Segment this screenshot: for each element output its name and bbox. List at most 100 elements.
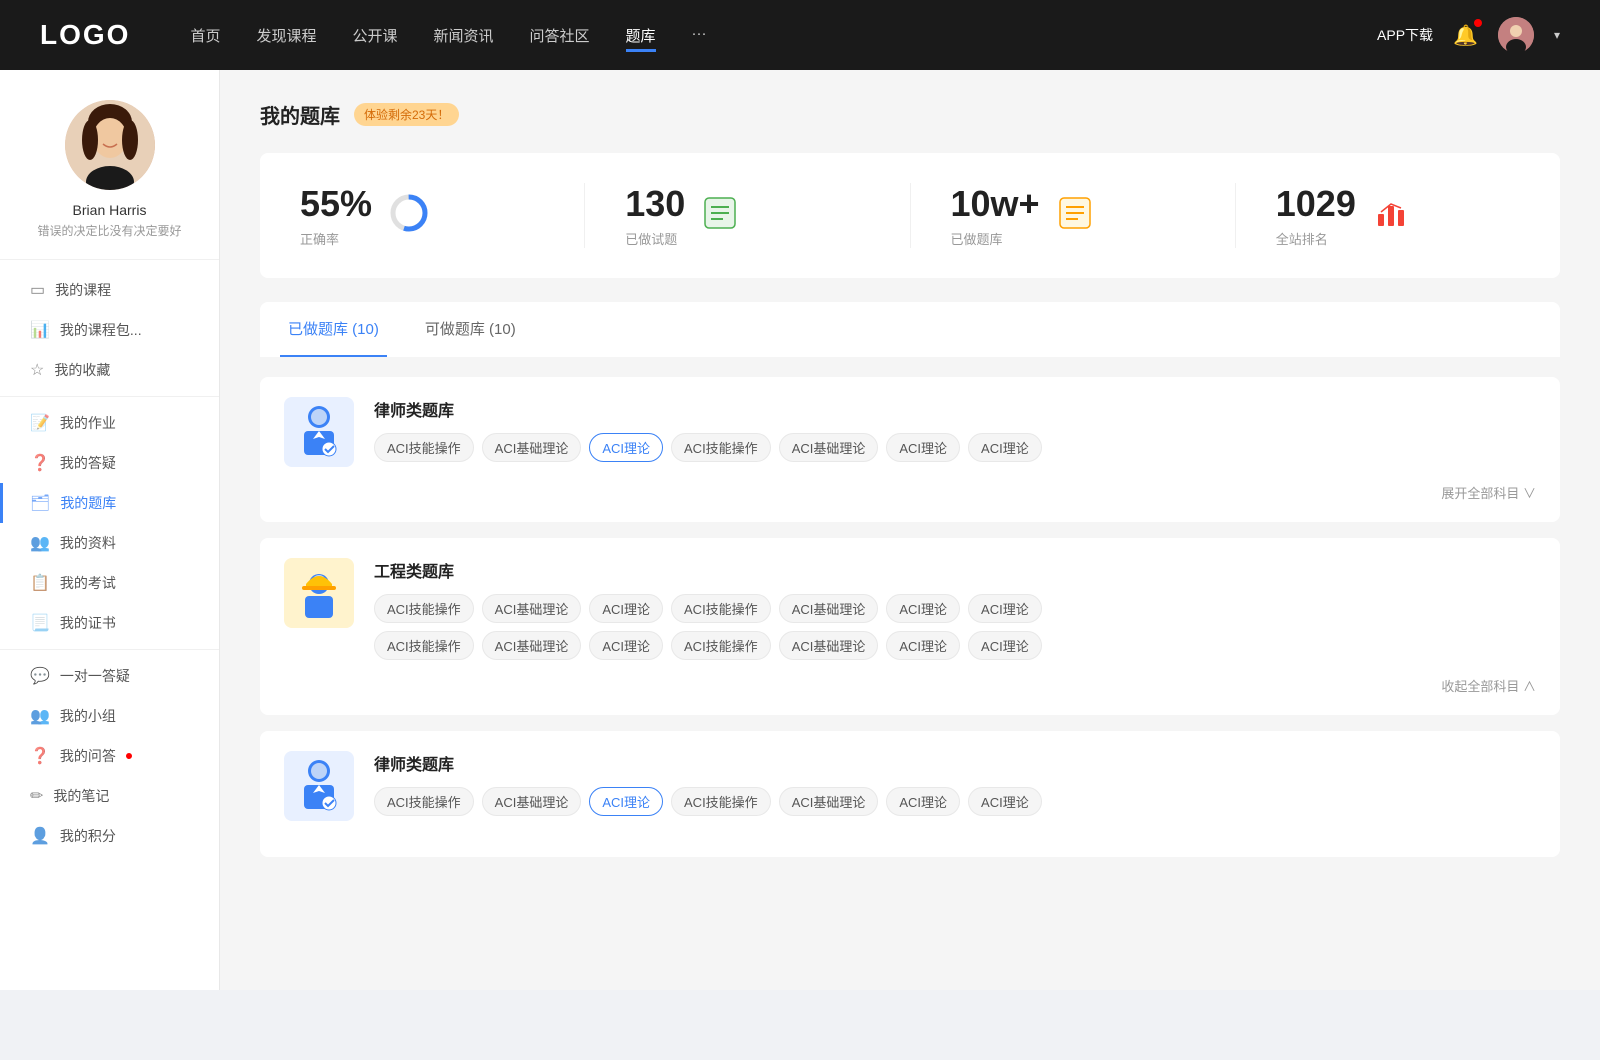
stat-rank-value: 1029 bbox=[1276, 183, 1356, 225]
avatar-dropdown-arrow[interactable]: ▾ bbox=[1554, 28, 1560, 42]
sidebar-item-points[interactable]: 👤 我的积分 bbox=[0, 816, 219, 856]
sidebar-item-qbank[interactable]: 🗂 我的题库 bbox=[0, 483, 219, 523]
eng-tag-7[interactable]: ACI理论 bbox=[968, 594, 1042, 623]
qbank-tags-lawyer-2: ACI技能操作 ACI基础理论 ACI理论 ACI技能操作 ACI基础理论 AC… bbox=[374, 787, 1536, 816]
myqa-icon: ❓ bbox=[30, 746, 50, 766]
eng-tag-9[interactable]: ACI基础理论 bbox=[482, 631, 582, 660]
sidebar-label-qbank: 我的题库 bbox=[60, 493, 116, 513]
sidebar-divider-1 bbox=[0, 396, 219, 397]
sidebar: Brian Harris 错误的决定比没有决定要好 ▭ 我的课程 📊 我的课程包… bbox=[0, 70, 220, 990]
homework-icon: 📝 bbox=[30, 413, 50, 433]
qbank-tags-engineer-row2: ACI技能操作 ACI基础理论 ACI理论 ACI技能操作 ACI基础理论 AC… bbox=[374, 631, 1536, 660]
sidebar-label-myqa: 我的问答 bbox=[60, 746, 116, 766]
stat-done-questions-label: 已做试题 bbox=[625, 229, 685, 248]
mycourses-icon: ▭ bbox=[30, 280, 45, 300]
qbank-title-lawyer-1: 律师类题库 bbox=[374, 397, 1536, 421]
avatar[interactable] bbox=[1498, 17, 1534, 53]
stat-done-questions: 130 已做试题 bbox=[585, 183, 910, 248]
eng-tag-13[interactable]: ACI理论 bbox=[886, 631, 960, 660]
stat-rank-label: 全站排名 bbox=[1276, 229, 1356, 248]
tag-3-active[interactable]: ACI理论 bbox=[589, 433, 663, 462]
stat-accuracy-label: 正确率 bbox=[300, 229, 372, 248]
certificate-icon: 📃 bbox=[30, 613, 50, 633]
sidebar-item-homework[interactable]: 📝 我的作业 bbox=[0, 403, 219, 443]
accuracy-pie-icon bbox=[388, 192, 430, 239]
notes-icon: ✏ bbox=[30, 786, 43, 806]
eng-tag-8[interactable]: ACI技能操作 bbox=[374, 631, 474, 660]
tag-6[interactable]: ACI理论 bbox=[886, 433, 960, 462]
eng-tag-5[interactable]: ACI基础理论 bbox=[779, 594, 879, 623]
qbank-icon-lawyer-1 bbox=[284, 397, 354, 467]
tag-5[interactable]: ACI基础理论 bbox=[779, 433, 879, 462]
eng-tag-11[interactable]: ACI技能操作 bbox=[671, 631, 771, 660]
eng-tag-6[interactable]: ACI理论 bbox=[886, 594, 960, 623]
law2-tag-3-active[interactable]: ACI理论 bbox=[589, 787, 663, 816]
sidebar-label-favorites: 我的收藏 bbox=[54, 360, 110, 380]
law2-tag-5[interactable]: ACI基础理论 bbox=[779, 787, 879, 816]
sidebar-item-coursepkg[interactable]: 📊 我的课程包... bbox=[0, 310, 219, 350]
sidebar-label-notes: 我的笔记 bbox=[53, 786, 109, 806]
nav-item-open[interactable]: 公开课 bbox=[352, 25, 397, 46]
tabs-row: 已做题库 (10) 可做题库 (10) bbox=[260, 302, 1560, 357]
qbank-collapse-engineer[interactable]: 收起全部科目 ∧ bbox=[284, 676, 1536, 695]
sidebar-item-materials[interactable]: 👥 我的资料 bbox=[0, 523, 219, 563]
sidebar-item-exam[interactable]: 📋 我的考试 bbox=[0, 563, 219, 603]
qbank-expand-lawyer-1[interactable]: 展开全部科目 ∨ bbox=[284, 483, 1536, 502]
sidebar-label-coursepkg: 我的课程包... bbox=[60, 320, 142, 340]
sidebar-item-notes[interactable]: ✏ 我的笔记 bbox=[0, 776, 219, 816]
eng-tag-2[interactable]: ACI基础理论 bbox=[482, 594, 582, 623]
nav-item-qa[interactable]: 问答社区 bbox=[530, 25, 590, 46]
trial-badge: 体验剩余23天！ bbox=[354, 103, 459, 126]
law2-tag-6[interactable]: ACI理论 bbox=[886, 787, 960, 816]
tag-7[interactable]: ACI理论 bbox=[968, 433, 1042, 462]
eng-tag-12[interactable]: ACI基础理论 bbox=[779, 631, 879, 660]
tag-4[interactable]: ACI技能操作 bbox=[671, 433, 771, 462]
coursepkg-icon: 📊 bbox=[30, 320, 50, 340]
sidebar-label-certificate: 我的证书 bbox=[60, 613, 116, 633]
done-questions-icon bbox=[701, 194, 739, 237]
stats-row: 55% 正确率 130 已做试题 bbox=[260, 153, 1560, 278]
nav-item-news[interactable]: 新闻资讯 bbox=[434, 25, 494, 46]
sidebar-item-qa-mine[interactable]: ❓ 我的答疑 bbox=[0, 443, 219, 483]
app-download-button[interactable]: APP下载 bbox=[1377, 25, 1433, 45]
tab-available-banks[interactable]: 可做题库 (10) bbox=[417, 302, 524, 357]
notification-bell[interactable]: 🔔 bbox=[1453, 23, 1478, 48]
nav-item-qbank[interactable]: 题库 bbox=[626, 25, 656, 46]
law2-tag-4[interactable]: ACI技能操作 bbox=[671, 787, 771, 816]
sidebar-item-mycourses[interactable]: ▭ 我的课程 bbox=[0, 270, 219, 310]
qa-notification-dot bbox=[126, 753, 132, 759]
sidebar-menu-list: ▭ 我的课程 📊 我的课程包... ☆ 我的收藏 📝 我的作业 ❓ 我的答疑 🗂 bbox=[0, 260, 219, 866]
sidebar-item-group[interactable]: 👥 我的小组 bbox=[0, 696, 219, 736]
eng-tag-4[interactable]: ACI技能操作 bbox=[671, 594, 771, 623]
page-title: 我的题库 bbox=[260, 100, 340, 129]
eng-tag-10[interactable]: ACI理论 bbox=[589, 631, 663, 660]
tag-1[interactable]: ACI技能操作 bbox=[374, 433, 474, 462]
done-banks-icon bbox=[1056, 194, 1094, 237]
sidebar-item-myqa[interactable]: ❓ 我的问答 bbox=[0, 736, 219, 776]
tag-2[interactable]: ACI基础理论 bbox=[482, 433, 582, 462]
nav-item-home[interactable]: 首页 bbox=[190, 25, 220, 46]
1on1-icon: 💬 bbox=[30, 666, 50, 686]
eng-tag-14[interactable]: ACI理论 bbox=[968, 631, 1042, 660]
sidebar-item-1on1[interactable]: 💬 一对一答疑 bbox=[0, 656, 219, 696]
qbank-icon-engineer bbox=[284, 558, 354, 628]
sidebar-divider-2 bbox=[0, 649, 219, 650]
sidebar-item-certificate[interactable]: 📃 我的证书 bbox=[0, 603, 219, 643]
exam-icon: 📋 bbox=[30, 573, 50, 593]
tab-done-banks[interactable]: 已做题库 (10) bbox=[280, 302, 387, 357]
law2-tag-1[interactable]: ACI技能操作 bbox=[374, 787, 474, 816]
navbar-right: APP下载 🔔 ▾ bbox=[1377, 17, 1560, 53]
qbank-tags-engineer-row1: ACI技能操作 ACI基础理论 ACI理论 ACI技能操作 ACI基础理论 AC… bbox=[374, 594, 1536, 623]
nav-item-more[interactable]: ··· bbox=[692, 25, 707, 46]
navbar-logo[interactable]: LOGO bbox=[40, 19, 130, 51]
qa-icon: ❓ bbox=[30, 453, 50, 473]
eng-tag-1[interactable]: ACI技能操作 bbox=[374, 594, 474, 623]
nav-item-courses[interactable]: 发现课程 bbox=[256, 25, 316, 46]
page-layout: Brian Harris 错误的决定比没有决定要好 ▭ 我的课程 📊 我的课程包… bbox=[0, 70, 1600, 990]
law2-tag-7[interactable]: ACI理论 bbox=[968, 787, 1042, 816]
sidebar-motto: 错误的决定比没有决定要好 bbox=[37, 222, 181, 239]
eng-tag-3[interactable]: ACI理论 bbox=[589, 594, 663, 623]
navbar: LOGO 首页 发现课程 公开课 新闻资讯 问答社区 题库 ··· APP下载 … bbox=[0, 0, 1600, 70]
sidebar-item-favorites[interactable]: ☆ 我的收藏 bbox=[0, 350, 219, 390]
law2-tag-2[interactable]: ACI基础理论 bbox=[482, 787, 582, 816]
